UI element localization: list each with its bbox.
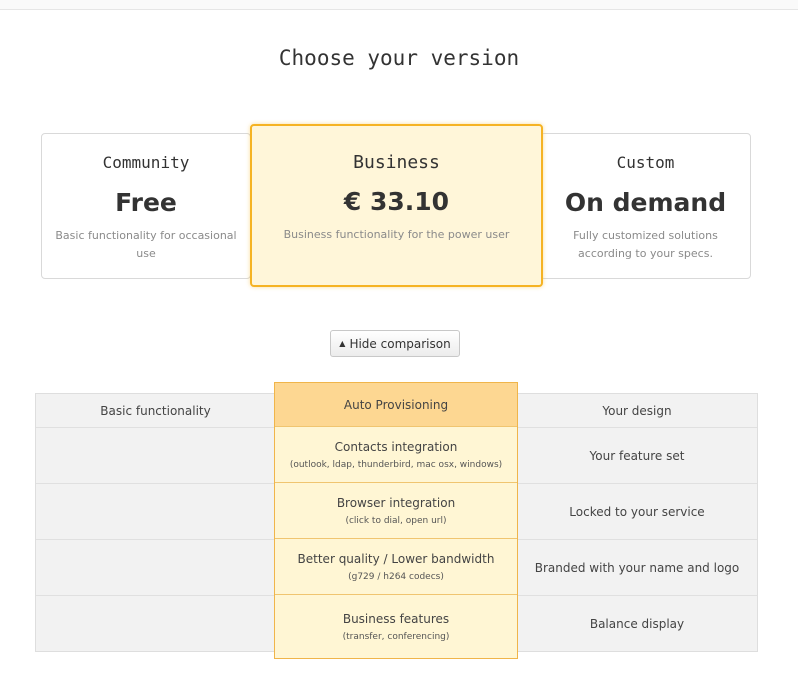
comparison-cell: Balance display (589, 616, 685, 631)
plan-name: Custom (616, 153, 675, 172)
plan-name: Community (102, 153, 190, 172)
comparison-cell: Basic functionality (36, 394, 275, 428)
plan-description: Fully customized solutions according to … (573, 229, 718, 260)
top-border (0, 0, 798, 10)
plan-price: Free (115, 188, 177, 217)
hide-comparison-button[interactable]: ▲ Hide comparison (330, 330, 460, 357)
plan-card-business[interactable]: Business € 33.10 Business functionality … (250, 124, 543, 287)
comparison-cell: Your design (517, 394, 757, 428)
plan-price: On demand (564, 188, 727, 217)
comparison-cell (36, 484, 275, 540)
comparison-cell (36, 428, 275, 484)
page-title: Choose your version (278, 46, 520, 70)
comparison-column-business: Auto Provisioning Contacts integration (… (274, 382, 518, 659)
hide-comparison-label: Hide comparison (349, 336, 451, 351)
comparison-header-business: Auto Provisioning (275, 383, 517, 427)
comparison-column-community: Basic functionality (35, 393, 276, 652)
plan-card-custom[interactable]: Custom On demand Fully customized soluti… (540, 133, 751, 279)
comparison-cell: Contacts integration (outlook, ldap, thu… (275, 427, 517, 483)
plan-card-community[interactable]: Community Free Basic functionality for o… (41, 133, 251, 279)
plan-price: € 33.10 (343, 187, 450, 216)
comparison-cell: Branded with your name and logo (517, 540, 757, 596)
comparison-column-custom: Your design Your feature set Locked to y… (516, 393, 758, 652)
comparison-cell: Browser integration (click to dial, open… (275, 483, 517, 539)
comparison-cell (36, 596, 275, 651)
comparison-cell: Locked to your service (517, 484, 757, 540)
comparison-cell: Your feature set (517, 428, 757, 484)
caret-up-icon: ▲ (339, 339, 346, 348)
comparison-cell: Better quality / Lower bandwidth (g729 /… (275, 539, 517, 595)
comparison-cell: Business features (transfer, conferencin… (342, 611, 450, 642)
comparison-cell (36, 540, 275, 596)
plan-name: Business (353, 152, 440, 173)
plan-description: Basic functionality for occasional use (55, 229, 237, 260)
plan-description: Business functionality for the power use… (283, 228, 510, 241)
